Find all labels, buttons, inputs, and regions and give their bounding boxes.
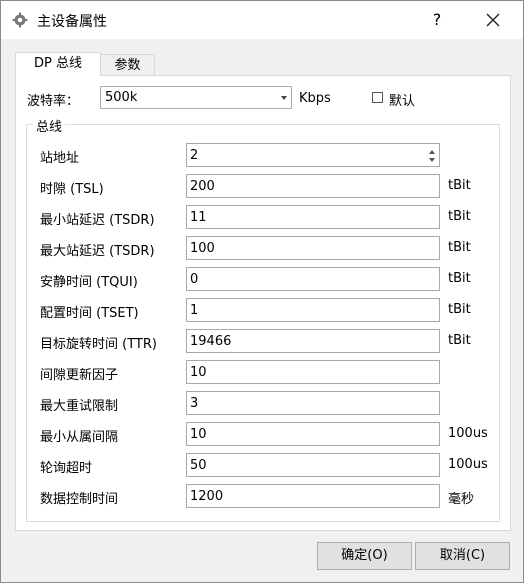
station-address-spinbox[interactable]: 2 (186, 143, 440, 167)
min-tsdr-unit: tBit (448, 209, 471, 224)
window-title: 主设备属性 (37, 14, 107, 30)
row-label-ttr: 目标旋转时间 (TTR) (40, 337, 157, 352)
station-address-value: 2 (190, 148, 199, 163)
baud-rate-value: 500k (105, 90, 138, 105)
poll-timeout-unit: 100us (448, 457, 488, 472)
min-slave-interval-unit: 100us (448, 426, 488, 441)
row-label-min-slave-interval: 最小从属间隔 (40, 430, 119, 445)
max-tsdr-input[interactable]: 100 (186, 236, 440, 260)
bus-group-title: 总线 (33, 116, 66, 135)
row-label-gap-factor: 间隙更新因子 (40, 368, 119, 383)
tset-input[interactable]: 1 (186, 298, 440, 322)
help-button[interactable]: ? (425, 6, 449, 34)
ok-button[interactable]: 确定(O) (317, 542, 412, 570)
row-label-data-control-time: 数据控制时间 (40, 492, 119, 507)
close-icon[interactable] (477, 6, 509, 34)
baud-rate-unit: Kbps (299, 91, 331, 106)
ttr-unit: tBit (448, 333, 471, 348)
row-label-max-tsdr: 最大站延迟 (TSDR) (40, 244, 155, 259)
tsl-unit: tBit (448, 178, 471, 193)
baud-rate-label: 波特率： (27, 94, 80, 109)
spin-up-icon[interactable] (429, 150, 435, 154)
title-bar: 主设备属性 ? (1, 1, 523, 39)
row-label-max-retry: 最大重试限制 (40, 399, 119, 414)
dialog-window: 主设备属性 ? DP 总线 参数 波特率： 500k Kbps 默认 总线 站地… (0, 0, 524, 583)
default-checkbox-label: 默认 (389, 94, 416, 109)
tset-value: 1 (190, 303, 199, 318)
data-control-time-value: 1200 (190, 489, 224, 504)
chevron-down-icon (281, 96, 287, 100)
spin-down-icon[interactable] (429, 158, 435, 162)
max-retry-input[interactable]: 3 (186, 391, 440, 415)
poll-timeout-value: 50 (190, 458, 207, 473)
gap-factor-input[interactable]: 10 (186, 360, 440, 384)
row-label-tset: 配置时间 (TSET) (40, 306, 139, 321)
default-checkbox[interactable] (372, 92, 383, 103)
max-tsdr-unit: tBit (448, 240, 471, 255)
min-tsdr-value: 11 (190, 210, 207, 225)
row-label-min-tsdr: 最小站延迟 (TSDR) (40, 213, 155, 228)
tsl-input[interactable]: 200 (186, 174, 440, 198)
tab-dp-bus[interactable]: DP 总线 (15, 52, 101, 76)
poll-timeout-input[interactable]: 50 (186, 453, 440, 477)
cancel-button[interactable]: 取消(C) (415, 542, 510, 570)
row-label-tsl: 时隙 (TSL) (40, 182, 104, 197)
ttr-input[interactable]: 19466 (186, 329, 440, 353)
min-slave-interval-value: 10 (190, 427, 207, 442)
gear-icon (12, 12, 28, 28)
tab-parameters[interactable]: 参数 (101, 54, 155, 76)
data-control-time-input[interactable]: 1200 (186, 484, 440, 508)
max-retry-value: 3 (190, 396, 199, 411)
tset-unit: tBit (448, 302, 471, 317)
tsl-value: 200 (190, 179, 215, 194)
tqui-value: 0 (190, 272, 199, 287)
data-control-time-unit: 毫秒 (448, 492, 475, 507)
tqui-unit: tBit (448, 271, 471, 286)
row-label-station-address: 站地址 (40, 151, 80, 166)
gap-factor-value: 10 (190, 365, 207, 380)
min-tsdr-input[interactable]: 11 (186, 205, 440, 229)
baud-rate-select[interactable]: 500k (100, 86, 292, 109)
ttr-value: 19466 (190, 334, 232, 349)
row-label-tqui: 安静时间 (TQUI) (40, 275, 138, 290)
tqui-input[interactable]: 0 (186, 267, 440, 291)
row-label-poll-timeout: 轮询超时 (40, 461, 93, 476)
tab-panel-dp-bus: 波特率： 500k Kbps 默认 总线 站地址 2 时隙 (TSL) 200 … (15, 75, 511, 531)
max-tsdr-value: 100 (190, 241, 215, 256)
min-slave-interval-input[interactable]: 10 (186, 422, 440, 446)
bus-groupbox: 总线 站地址 2 时隙 (TSL) 200 tBit 最小站延迟 (TSDR) … (26, 116, 500, 522)
